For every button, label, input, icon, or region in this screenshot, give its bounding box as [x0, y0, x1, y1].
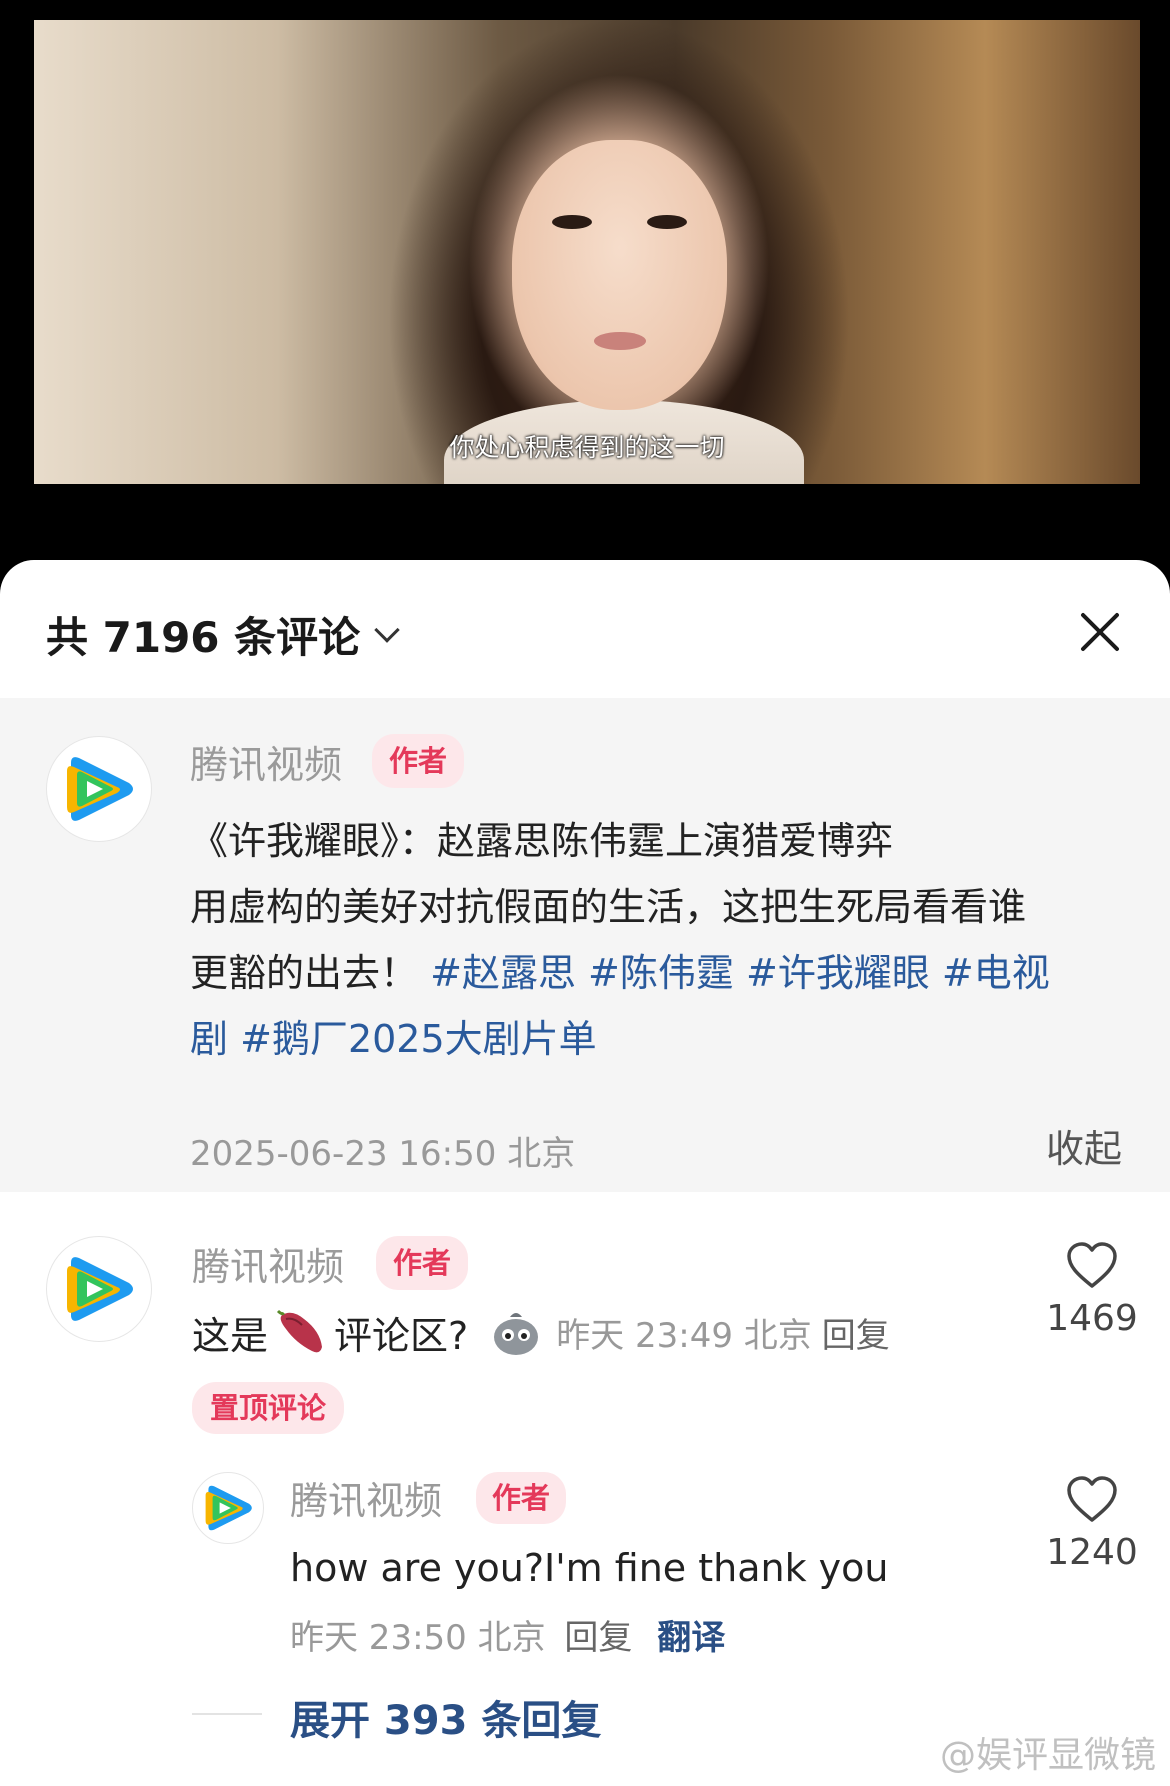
author-badge: 作者 — [372, 734, 464, 788]
comment-count-label: 共 7196 条评论 — [46, 613, 361, 662]
heart-icon — [1067, 1242, 1117, 1288]
post-text-segment: 更豁的出去！ — [190, 951, 419, 995]
comment-count-dropdown[interactable]: 共 7196 条评论 — [46, 604, 400, 665]
reply-button[interactable]: 回复 — [822, 1308, 890, 1357]
video-lips — [594, 332, 646, 350]
comment-sheet: 共 7196 条评论 腾讯视频 作者 《许我耀眼》：赵露思陈伟霆上演猎爱博弈 用… — [0, 560, 1170, 1786]
like-count: 1240 — [1046, 1532, 1138, 1573]
post-text-segment: 《许我耀眼》：赵露思陈伟霆上演猎爱博弈 — [190, 819, 894, 863]
close-icon[interactable] — [1078, 610, 1122, 654]
reply-meta-row: 昨天 23:50 北京 回复 翻译 — [290, 1610, 725, 1659]
reply-like-button[interactable]: 1240 — [1032, 1474, 1152, 1573]
hashtag-link[interactable]: 剧 — [190, 1017, 228, 1061]
author-badge: 作者 — [476, 1472, 566, 1524]
gray-blob-emoji-icon — [494, 1313, 539, 1355]
comment-text-segment: 评论区? — [334, 1313, 469, 1358]
author-badge: 作者 — [376, 1236, 468, 1290]
post-description: 腾讯视频 作者 《许我耀眼》：赵露思陈伟霆上演猎爱博弈 用虚构的美好对抗假面的生… — [0, 698, 1170, 1192]
expand-divider — [192, 1713, 262, 1715]
like-count: 1469 — [1046, 1298, 1138, 1339]
reply-author-name[interactable]: 腾讯视频 — [290, 1470, 442, 1525]
post-timestamp-location: 2025-06-23 16:50 北京 — [190, 1134, 576, 1174]
hashtag-link[interactable]: #许我耀眼 — [746, 951, 930, 995]
comment-like-button[interactable]: 1469 — [1032, 1240, 1152, 1339]
collapse-button[interactable]: 收起 — [1046, 1118, 1122, 1173]
expand-replies-button[interactable]: 展开 393 条回复 — [290, 1688, 601, 1746]
post-line: 《许我耀眼》：赵露思陈伟霆上演猎爱博弈 — [190, 808, 1130, 874]
pinned-comment-tag: 置顶评论 — [192, 1382, 345, 1434]
reply-avatar[interactable] — [192, 1472, 264, 1544]
hashtag-link[interactable]: #鹅厂2025大剧片单 — [240, 1017, 597, 1061]
reply-timestamp-location: 昨天 23:50 北京 — [290, 1618, 546, 1658]
hashtag-link[interactable]: #电视 — [942, 951, 1050, 995]
tencent-video-logo-icon — [67, 757, 133, 821]
video-eye-left — [552, 215, 592, 229]
translate-button[interactable]: 翻译 — [657, 1618, 725, 1658]
post-line: 用虚构的美好对抗假面的生活，这把生死局看看谁 — [190, 874, 1130, 940]
video-eye-right — [647, 215, 687, 229]
reply-body[interactable]: how are you?I'm fine thank you — [290, 1538, 889, 1598]
tencent-video-logo-icon — [205, 1485, 252, 1531]
post-line: 剧 #鹅厂2025大剧片单 — [190, 1006, 1130, 1072]
comment-body[interactable]: 这是 评论区? 昨天 23:49 北京 回复 — [192, 1302, 890, 1362]
reply-button[interactable]: 回复 — [564, 1618, 632, 1658]
post-line: 更豁的出去！ #赵露思 #陈伟霆 #许我耀眼 #电视 — [190, 940, 1130, 1006]
comment-author-name[interactable]: 腾讯视频 — [192, 1236, 344, 1291]
heart-icon — [1067, 1476, 1117, 1522]
comment-timestamp-location: 昨天 23:49 北京 — [556, 1315, 812, 1356]
comment-sheet-header: 共 7196 条评论 — [0, 560, 1170, 698]
video-player[interactable]: 你处心积虑得到的这一切 — [0, 0, 1170, 560]
hashtag-link[interactable]: #陈伟霆 — [588, 951, 734, 995]
video-frame[interactable]: 你处心积虑得到的这一切 — [34, 20, 1140, 484]
tencent-video-logo-icon — [67, 1257, 133, 1321]
video-person-face — [512, 140, 727, 410]
chevron-down-icon — [374, 616, 400, 643]
watermark: @娱评显微镜 — [939, 1735, 1156, 1776]
comment-avatar[interactable] — [46, 1236, 152, 1342]
reply-text: how are you?I'm fine thank you — [290, 1546, 889, 1590]
author-avatar[interactable] — [46, 736, 152, 842]
comment-text-segment: 这是 — [192, 1313, 269, 1358]
video-subtitle: 你处心积虑得到的这一切 — [449, 433, 725, 462]
hashtag-link[interactable]: #赵露思 — [430, 951, 576, 995]
post-author-name[interactable]: 腾讯视频 — [190, 734, 342, 789]
post-body: 《许我耀眼》：赵露思陈伟霆上演猎爱博弈 用虚构的美好对抗假面的生活，这把生死局看… — [190, 808, 1130, 1072]
sweet-potato-emoji-icon — [276, 1309, 323, 1353]
post-text-segment: 用虚构的美好对抗假面的生活，这把生死局看看谁 — [190, 885, 1027, 929]
